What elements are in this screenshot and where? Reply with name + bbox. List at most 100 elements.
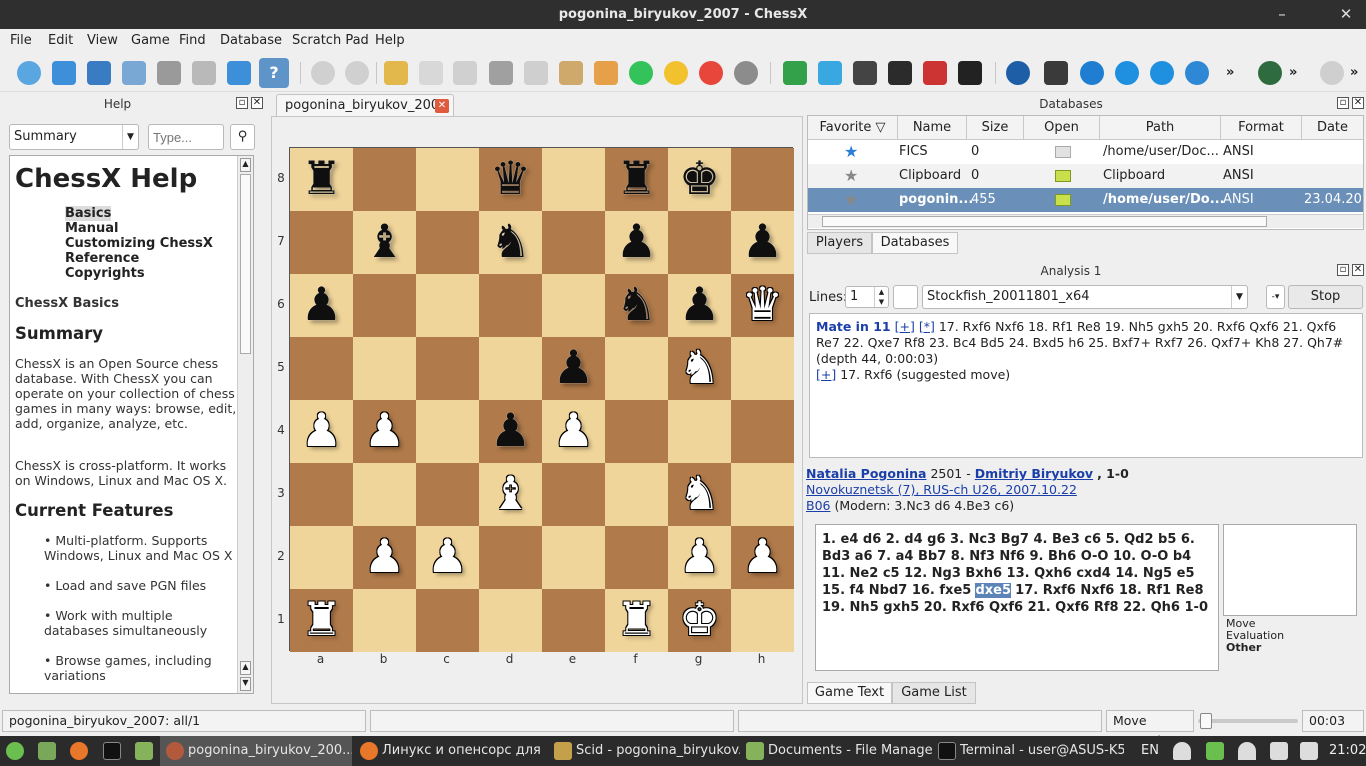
spin-arrows-icon[interactable]: ▲ ▼ — [874, 287, 888, 307]
board-icon[interactable] — [888, 61, 912, 85]
white-knight-icon[interactable]: ♞ — [668, 463, 731, 526]
square-h3[interactable] — [731, 463, 794, 526]
help-link-customizing[interactable]: Customizing ChessX — [65, 236, 213, 251]
square-c4[interactable] — [416, 400, 479, 463]
files-icon[interactable] — [135, 742, 153, 760]
menu-find[interactable]: Find — [179, 33, 206, 48]
square-e8[interactable] — [542, 148, 605, 211]
add-line-link[interactable]: [+] — [895, 319, 915, 334]
menu-edit[interactable]: Edit — [48, 33, 73, 48]
square-f3[interactable] — [605, 463, 668, 526]
star-icon[interactable]: ★ — [844, 164, 858, 188]
square-c5[interactable] — [416, 337, 479, 400]
square-c6[interactable] — [416, 274, 479, 337]
task-scid[interactable]: Scid - pogonina_biryukov... — [548, 736, 740, 766]
white-pawn-icon[interactable]: ♟ — [353, 526, 416, 589]
white-pawn-icon[interactable]: ♟ — [290, 400, 353, 463]
open-folder-icon[interactable] — [52, 61, 76, 85]
white-pawn-icon[interactable]: ♟ — [353, 400, 416, 463]
black-wins-icon[interactable] — [699, 61, 723, 85]
square-b6[interactable] — [353, 274, 416, 337]
save-icon[interactable] — [157, 61, 181, 85]
black-pawn-icon[interactable]: ♟ — [668, 274, 731, 337]
black-player-link[interactable]: Dmitriy Biryukov — [975, 466, 1093, 481]
black-rook-icon[interactable]: ♜ — [605, 148, 668, 211]
show-desktop-icon[interactable] — [38, 742, 56, 760]
fics-icon[interactable] — [87, 61, 111, 85]
square-f4[interactable] — [605, 400, 668, 463]
pieces-icon[interactable] — [489, 61, 513, 85]
clear-icon[interactable] — [192, 61, 216, 85]
white-pawn-icon[interactable]: ♟ — [731, 526, 794, 589]
flip-board-icon[interactable] — [923, 61, 947, 85]
engine-options-select[interactable]: -▾ — [1266, 285, 1285, 309]
square-c8[interactable] — [416, 148, 479, 211]
event-link[interactable]: Novokuznetsk (7), RUS-ch U26, 2007.10.22 — [806, 482, 1077, 497]
engine-color-button[interactable] — [893, 285, 918, 309]
black-pawn-icon[interactable]: ♟ — [542, 337, 605, 400]
help-link-manual[interactable]: Manual — [65, 221, 213, 236]
table-row[interactable]: ★ Clipboard 0 Clipboard ANSI — [808, 164, 1363, 188]
white-knight-icon[interactable]: ♞ — [668, 337, 731, 400]
engine-icon[interactable] — [1006, 61, 1030, 85]
col-name[interactable]: Name — [898, 116, 967, 140]
square-f2[interactable] — [605, 526, 668, 589]
square-d1[interactable] — [479, 589, 542, 652]
tab-other[interactable]: Other — [1226, 642, 1356, 654]
help-link-copyrights[interactable]: Copyrights — [65, 266, 213, 281]
flash-icon[interactable] — [818, 61, 842, 85]
fast-forward-icon[interactable] — [1150, 61, 1174, 85]
col-path[interactable]: Path — [1100, 116, 1221, 140]
square-e7[interactable] — [542, 211, 605, 274]
white-pawn-icon[interactable]: ♟ — [542, 400, 605, 463]
close-analysis-icon[interactable]: ✕ — [1352, 264, 1364, 276]
more-chevron-icon-3[interactable]: » — [1350, 61, 1362, 85]
square-e2[interactable] — [542, 526, 605, 589]
new-database-icon[interactable] — [17, 61, 41, 85]
tab-game-list[interactable]: Game List — [892, 682, 976, 704]
task-terminal[interactable]: Terminal - user@ASUS-K5... — [932, 736, 1124, 766]
square-h1[interactable] — [731, 589, 794, 652]
close-help-icon[interactable]: ✕ — [251, 97, 263, 109]
float-icon[interactable]: ▫ — [1337, 97, 1349, 109]
square-c3[interactable] — [416, 463, 479, 526]
black-queen-icon[interactable]: ♛ — [479, 148, 542, 211]
float-icon[interactable]: ▫ — [1337, 264, 1349, 276]
square-d5[interactable] — [479, 337, 542, 400]
star-icon[interactable]: ★ — [844, 140, 858, 164]
keyboard-layout[interactable]: EN — [1141, 743, 1159, 758]
menu-icon[interactable] — [6, 742, 24, 760]
firefox-icon[interactable] — [70, 742, 88, 760]
square-b3[interactable] — [353, 463, 416, 526]
black-rook-icon[interactable]: ♜ — [290, 148, 353, 211]
black-knight-icon[interactable]: ♞ — [605, 274, 668, 337]
square-e6[interactable] — [542, 274, 605, 337]
notification-bell-icon[interactable] — [1173, 742, 1191, 760]
edit-icon[interactable] — [384, 61, 408, 85]
star-icon[interactable]: ★ — [844, 188, 858, 212]
scroll-up-icon-2[interactable]: ▲ — [240, 661, 251, 675]
tab-databases[interactable]: Databases — [872, 232, 958, 254]
game-notation[interactable]: 1. e4 d6 2. d4 g6 3. Nc3 Bg7 4. Be3 c6 5… — [815, 524, 1219, 671]
square-b8[interactable] — [353, 148, 416, 211]
task-chessx[interactable]: pogonina_biryukov_200... — [160, 736, 352, 766]
float-icon[interactable]: ▫ — [236, 97, 248, 109]
square-a2[interactable] — [290, 526, 353, 589]
task-firefox[interactable]: Линукс и опенсорс для ... — [354, 736, 546, 766]
engine-select[interactable]: Stockfish_20011801_x64 ▼ — [922, 285, 1248, 309]
square-g4[interactable] — [668, 400, 731, 463]
minimize-icon[interactable]: – — [1270, 0, 1294, 29]
scroll-down-icon[interactable]: ▼ — [240, 677, 251, 691]
square-a3[interactable] — [290, 463, 353, 526]
table-row[interactable]: ★ FICS 0 /home/user/Doc... ANSI — [808, 140, 1363, 164]
black-pawn-icon[interactable]: ♟ — [605, 211, 668, 274]
square-b5[interactable] — [353, 337, 416, 400]
more-chevron-icon-2[interactable]: » — [1289, 61, 1303, 85]
white-queen-icon[interactable]: ♛ — [731, 274, 794, 337]
black-bishop-icon[interactable]: ♝ — [353, 211, 416, 274]
help-topic-select[interactable]: Summary ▼ — [9, 124, 139, 150]
current-move[interactable]: dxe5 — [975, 583, 1012, 598]
horizontal-scrollbar[interactable] — [808, 214, 1363, 228]
scrollbar-thumb[interactable] — [240, 174, 251, 354]
board-copy-icon[interactable] — [453, 61, 477, 85]
